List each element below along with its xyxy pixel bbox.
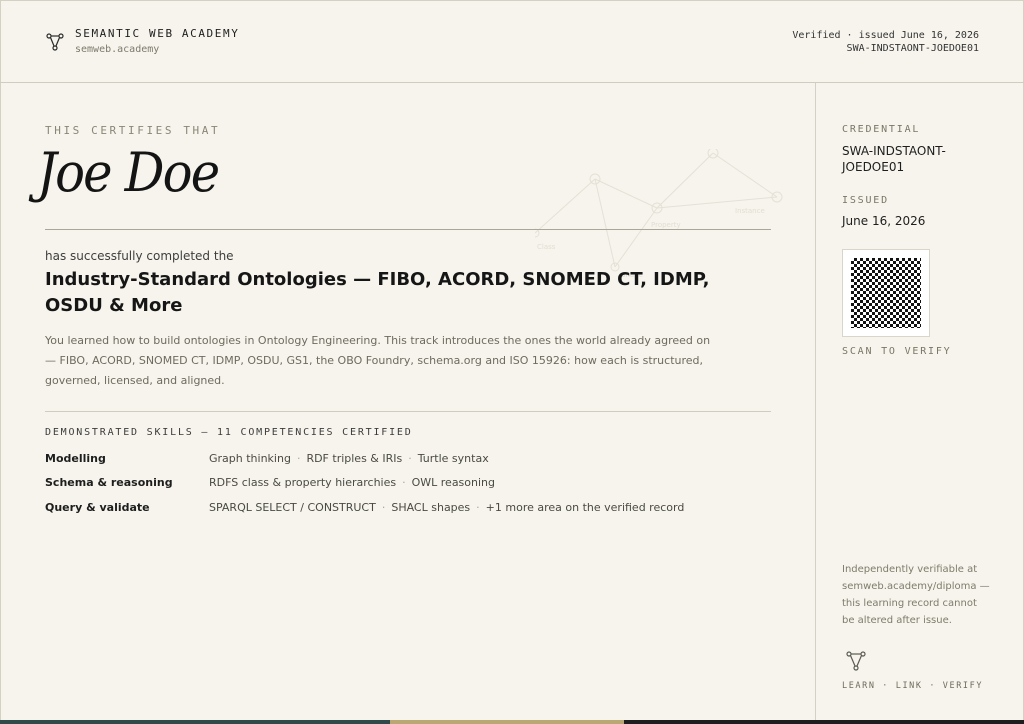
recipient-name: Joe Doe [37,141,220,204]
verification-note: Independently verifiable at semweb.acade… [842,564,990,626]
credential-label: CREDENTIAL [842,124,921,135]
qr-code-pattern [851,258,921,328]
skill-item: SPARQL SELECT / CONSTRUCT [209,501,376,514]
skill-row: Modelling Graph thinking · RDF triples & I… [45,452,771,472]
divider [45,411,771,412]
scan-label: SCAN TO VERIFY [842,346,952,357]
course-title: Industry-Standard Ontologies — FIBO, ACO… [45,269,710,316]
certificate-header: SEMANTIC WEB ACADEMY semweb.academy Veri… [0,0,1024,83]
skill-items: Graph thinking · RDF triples & IRIs · Turtle… [209,452,489,465]
skill-item: Turtle syntax [417,452,489,465]
credential-value: SWA-INDSTAONT-JOEDOE01 [842,144,946,174]
skills-heading: DEMONSTRATED SKILLS — 11 COMPETENCIES CE… [45,427,413,438]
skill-row: Query & validate SPARQL SELECT / CONSTRU… [45,501,771,521]
issued-value: June 16, 2026 [842,214,926,228]
graph-node-icon [46,33,64,51]
verified-status: Verified · issued June 16, 2026 [792,30,979,41]
skill-item: RDFS class & property hierarchies [209,476,397,489]
skill-items: RDFS class & property hierarchies · OWL re… [209,476,496,489]
issued-label: ISSUED [842,195,889,206]
skill-row: Schema & reasoning RDFS class & property… [45,476,771,496]
certifies-eyebrow: THIS CERTIFIES THAT [45,124,221,137]
completed-text: has successfully completed the [45,249,234,263]
skill-item: Graph thinking [209,452,291,465]
course-description: You learned how to build ontologies in O… [45,334,711,387]
skill-category: Schema & reasoning [45,476,173,489]
accent-bar-teal [0,720,390,724]
brand-url[interactable]: semweb.academy [75,44,159,55]
skill-item: RDF triples & IRIs [306,452,403,465]
certificate-id: SWA-INDSTAONT-JOEDOE01 [846,43,979,54]
skill-item[interactable]: +1 more area on the verified record [486,501,685,514]
skill-item: SHACL shapes [391,501,471,514]
skill-item: OWL reasoning [411,476,496,489]
skill-items: SPARQL SELECT / CONSTRUCT · SHACL shapes · +… [209,501,685,514]
divider [45,229,771,230]
certificate-sidebar: CREDENTIAL SWA-INDSTAONT-JOEDOE01 ISSUED… [815,83,1024,721]
accent-bar-dark [624,720,1024,724]
skill-category: Query & validate [45,501,150,514]
accent-bar-gold [390,720,624,724]
qr-code[interactable] [842,249,930,337]
graph-label: Property [651,221,681,229]
sidebar-footer: LEARN · LINK · VERIFY [842,681,984,691]
graph-node-icon [846,651,866,671]
brand-name: SEMANTIC WEB ACADEMY [75,27,240,40]
graph-label: Class [537,243,556,251]
skill-category: Modelling [45,452,106,465]
decorative-graph: Class Property Instance Shape [535,149,783,279]
graph-label: Instance [735,207,765,215]
